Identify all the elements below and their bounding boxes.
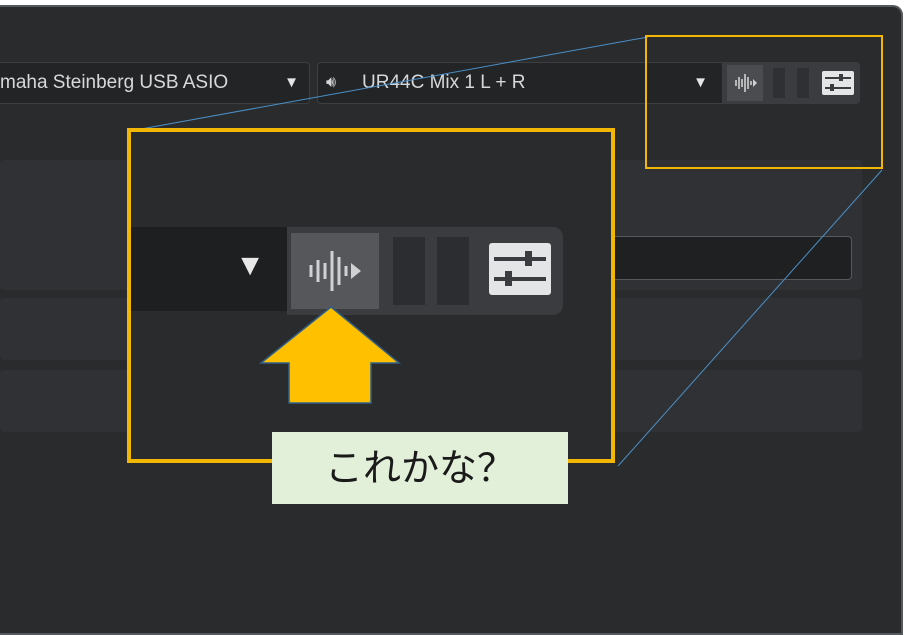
zoomed-dropdown: ▼ [131,227,287,311]
level-meter-left [393,237,425,305]
annotation-label: これかな？ [272,432,568,504]
waveform-icon [309,251,361,291]
up-arrow-icon [259,306,402,404]
chevron-down-icon: ▼ [235,249,265,282]
zoomed-mixer-button [487,237,553,301]
highlight-source-box [645,35,883,169]
zoomed-waveform-button [291,233,379,309]
zoomed-view: ▼ [127,128,615,463]
zoomed-output-tools [287,227,563,315]
level-meter-right [437,237,469,305]
mixer-settings-icon [489,243,551,295]
